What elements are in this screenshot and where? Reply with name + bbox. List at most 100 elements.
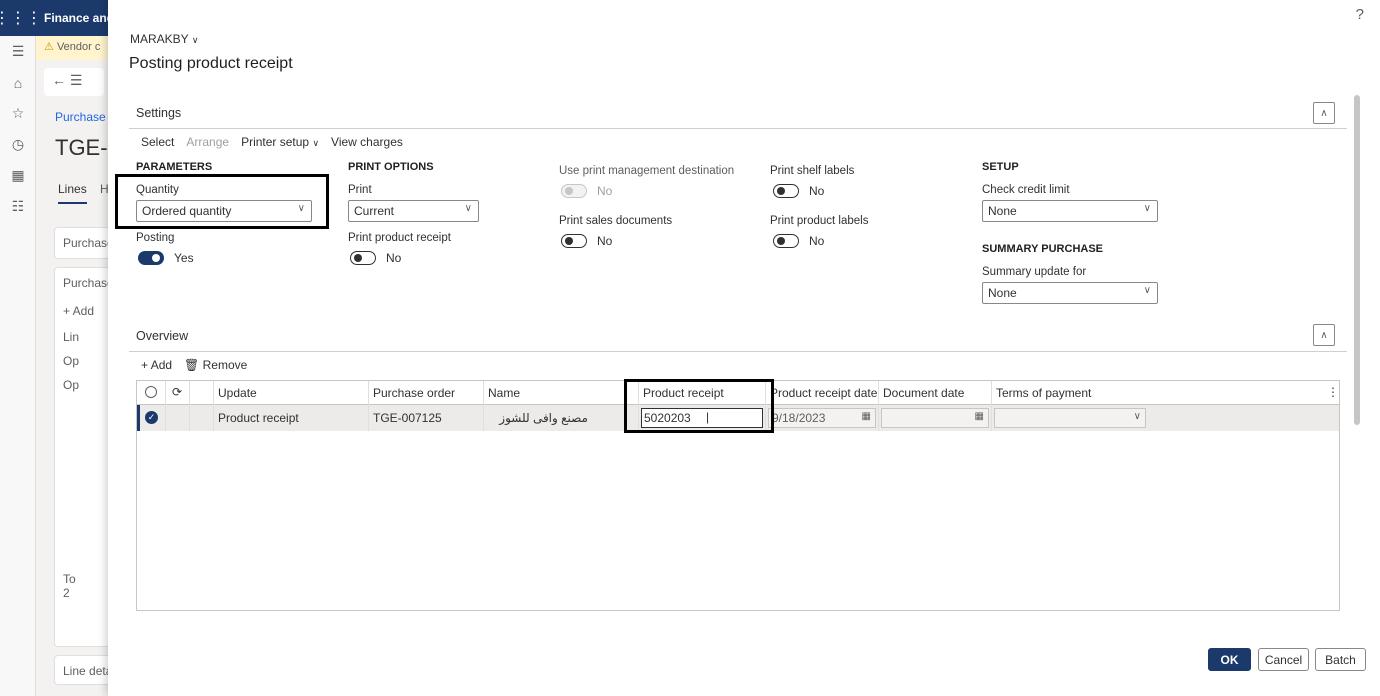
list-icon[interactable]: ☷ <box>0 191 36 222</box>
toggle-track <box>561 234 587 248</box>
more-options-icon[interactable]: ⋮ <box>1321 381 1339 405</box>
nav-rail: ☰ ⌂ ☆ ◷ ▦ ☷ <box>0 36 36 696</box>
select-button[interactable]: Select <box>141 135 174 149</box>
cell-purchase-order[interactable]: TGE-007125 <box>368 405 483 431</box>
cell-name: مصنع وافى للشوز <box>483 405 638 431</box>
cell-update: Product receipt <box>213 405 368 431</box>
setup-title: SETUP <box>982 161 1019 173</box>
chevron-up-icon: ∧ <box>1320 107 1328 119</box>
background-card: Purchase <box>54 227 116 259</box>
settings-collapse-button[interactable]: ∧ <box>1313 102 1335 124</box>
chevron-down-icon: ∨ <box>1143 285 1151 296</box>
settings-toolbar: Select Arrange Printer setup ∨ View char… <box>141 135 403 149</box>
company-selector[interactable]: MARAKBY ∨ <box>130 32 198 46</box>
print-options-title: PRINT OPTIONS <box>348 161 434 173</box>
clock-icon[interactable]: ◷ <box>0 129 36 160</box>
warning-bar: ⚠ Vendor c <box>36 36 116 60</box>
back-icon[interactable]: ← ☰ <box>44 68 104 96</box>
print-shelf-labels-toggle[interactable]: No <box>773 184 824 198</box>
print-value: Current <box>354 204 395 218</box>
column-product-receipt-date[interactable]: Product receipt date <box>765 381 878 405</box>
background-breadcrumb[interactable]: Purchase <box>55 110 106 124</box>
select-all-radio[interactable] <box>137 381 165 405</box>
column-purchase-order[interactable]: Purchase order <box>368 381 483 405</box>
refresh-icon[interactable]: ⟳ <box>165 381 189 405</box>
print-select[interactable]: Current ∨ <box>348 200 479 222</box>
toggle-track <box>773 234 799 248</box>
print-shelf-labels-label: Print shelf labels <box>770 165 855 177</box>
quantity-highlight <box>115 174 329 229</box>
summary-update-value: None <box>988 286 1017 300</box>
toggle-track <box>350 251 376 265</box>
home-icon[interactable]: ⌂ <box>0 67 36 98</box>
star-icon[interactable]: ☆ <box>0 98 36 129</box>
check-credit-limit-value: None <box>988 204 1017 218</box>
check-credit-limit-select[interactable]: None ∨ <box>982 200 1158 222</box>
help-icon[interactable]: ? <box>1356 6 1364 23</box>
remove-button[interactable]: 🗑 Remove <box>184 358 247 372</box>
overview-collapse-button[interactable]: ∧ <box>1313 324 1335 346</box>
toggle-label: No <box>597 184 613 198</box>
background-page: ← ☰ Purchase TGE-0 Lines H Purchase Purc… <box>36 60 116 696</box>
posting-label: Posting <box>136 232 175 244</box>
batch-button[interactable]: Batch <box>1315 648 1366 671</box>
add-button[interactable]: + Add <box>141 358 172 372</box>
arrange-button: Arrange <box>186 135 230 149</box>
background-line-details: Line deta <box>54 655 116 685</box>
row-spacer <box>189 405 213 431</box>
view-charges-button[interactable]: View charges <box>331 135 403 149</box>
background-tabs: Lines H <box>58 182 109 204</box>
print-product-labels-label: Print product labels <box>770 215 869 227</box>
summary-update-select[interactable]: None ∨ <box>982 282 1158 304</box>
calendar-icon[interactable]: ▦ <box>975 411 984 422</box>
column-terms-of-payment[interactable]: Terms of payment <box>991 381 1321 405</box>
posting-toggle-track <box>138 251 164 265</box>
tab-lines[interactable]: Lines <box>58 182 87 204</box>
toggle-track <box>773 184 799 198</box>
chevron-down-icon: ∨ <box>1143 203 1151 214</box>
printer-setup-button[interactable]: Printer setup ∨ <box>241 135 319 149</box>
posting-toggle[interactable]: Yes <box>138 251 194 265</box>
toggle-label: No <box>809 184 825 198</box>
terms-of-payment-select[interactable]: ∨ <box>994 408 1146 428</box>
plus-icon: + <box>141 358 149 372</box>
print-product-receipt-toggle[interactable]: No <box>350 251 401 265</box>
company-label: MARAKBY <box>130 32 189 46</box>
workspace-icon[interactable]: ▦ <box>0 160 36 191</box>
cell-document-date: ▦ <box>878 405 991 431</box>
column-name[interactable]: Name <box>483 381 638 405</box>
product-receipt-highlight <box>624 379 774 433</box>
toggle-label: No <box>386 251 402 265</box>
remove-label: Remove <box>202 358 248 372</box>
overview-divider <box>129 351 1347 352</box>
product-receipt-date-value: 9/18/2023 <box>772 411 826 425</box>
cell-terms-of-payment: ∨ <box>991 405 1321 431</box>
chevron-down-icon: ∨ <box>191 35 199 45</box>
warning-text: Vendor c <box>56 41 101 53</box>
settings-header[interactable]: Settings <box>136 106 181 120</box>
toggle-label: No <box>597 234 613 248</box>
column-update[interactable]: Update <box>213 381 368 405</box>
cell-product-receipt-date: 9/18/2023 ▦ <box>765 405 878 431</box>
overview-toolbar: + Add 🗑 Remove <box>141 358 247 372</box>
column-document-date[interactable]: Document date <box>878 381 991 405</box>
settings-divider <box>129 128 1347 129</box>
print-sales-docs-toggle[interactable]: No <box>561 234 612 248</box>
chevron-up-icon: ∧ <box>1320 329 1328 341</box>
use-print-mgmt-toggle: No <box>561 184 612 198</box>
hamburger-icon[interactable]: ☰ <box>0 36 36 67</box>
dialog-scrollbar[interactable] <box>1354 95 1360 425</box>
document-date-input[interactable]: ▦ <box>881 408 989 428</box>
overview-header[interactable]: Overview <box>136 329 188 343</box>
parameters-title: PARAMETERS <box>136 161 213 173</box>
ok-button[interactable]: OK <box>1208 648 1251 671</box>
waffle-icon[interactable]: ⋮⋮⋮ <box>0 0 42 36</box>
toggle-track <box>561 184 587 198</box>
print-product-labels-toggle[interactable]: No <box>773 234 824 248</box>
product-receipt-date-input[interactable]: 9/18/2023 ▦ <box>768 408 876 428</box>
row-selected-check-icon[interactable]: ✓ <box>140 405 165 431</box>
cancel-button[interactable]: Cancel <box>1258 648 1309 671</box>
print-sales-docs-label: Print sales documents <box>559 215 673 227</box>
calendar-icon[interactable]: ▦ <box>862 411 871 422</box>
print-label: Print <box>348 184 372 196</box>
